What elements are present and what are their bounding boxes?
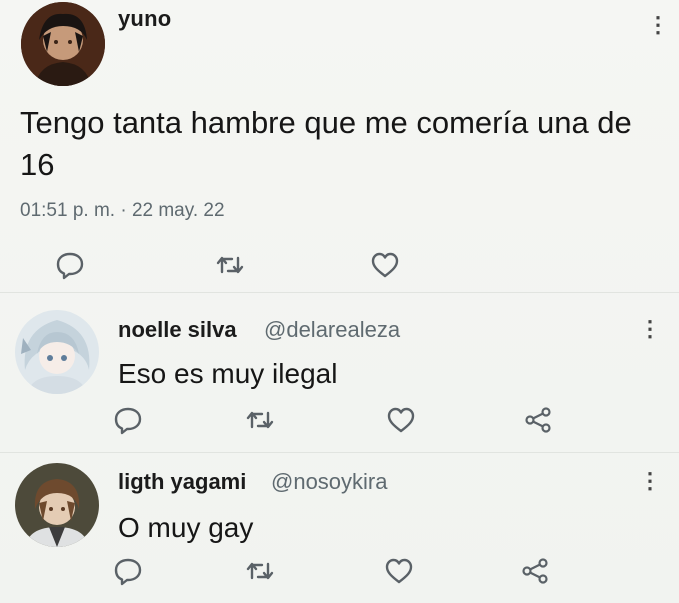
- reply-icon[interactable]: [54, 250, 86, 280]
- like-icon[interactable]: [369, 250, 401, 280]
- reply-author-name[interactable]: ligth yagami: [118, 469, 246, 495]
- avatar-image: [21, 2, 105, 86]
- divider: [0, 292, 679, 293]
- avatar-image: [15, 463, 99, 547]
- tweet-text: Tengo tanta hambre que me comería una de…: [20, 105, 632, 182]
- tweet-timestamp: 01:51 p. m. · 22 may. 22: [20, 200, 225, 221]
- reply-tweet: noelle silva @delarealeza ⋮ Eso es muy i…: [0, 300, 679, 450]
- share-icon[interactable]: [519, 556, 551, 586]
- more-options-icon[interactable]: ⋮: [639, 318, 661, 340]
- reply-icon[interactable]: [112, 405, 144, 435]
- share-icon[interactable]: [522, 405, 554, 435]
- tweet-thread-screen: yuno ⋮ Tengo tanta hambre que me comería…: [0, 0, 679, 603]
- reply-author-handle[interactable]: @nosoykira: [271, 469, 388, 495]
- reply-text: O muy gay: [118, 512, 254, 543]
- reply-icon[interactable]: [112, 556, 144, 586]
- retweet-icon[interactable]: [214, 250, 246, 280]
- avatar[interactable]: [15, 463, 99, 547]
- avatar[interactable]: [21, 2, 105, 86]
- like-icon[interactable]: [385, 405, 417, 435]
- main-tweet: yuno ⋮ Tengo tanta hambre que me comería…: [0, 0, 679, 288]
- avatar-image: [15, 310, 99, 394]
- reply-text: Eso es muy ilegal: [118, 358, 338, 389]
- retweet-icon[interactable]: [244, 405, 276, 435]
- retweet-icon[interactable]: [244, 556, 276, 586]
- avatar[interactable]: [15, 310, 99, 394]
- reply-tweet: ligth yagami @nosoykira ⋮ O muy gay: [0, 455, 679, 603]
- more-options-icon[interactable]: ⋮: [647, 14, 669, 36]
- reply-author-handle[interactable]: @delarealeza: [264, 317, 400, 343]
- reply-author-name[interactable]: noelle silva: [118, 317, 237, 343]
- like-icon[interactable]: [383, 556, 415, 586]
- divider: [0, 452, 679, 453]
- more-options-icon[interactable]: ⋮: [639, 470, 661, 492]
- username[interactable]: yuno: [118, 6, 171, 32]
